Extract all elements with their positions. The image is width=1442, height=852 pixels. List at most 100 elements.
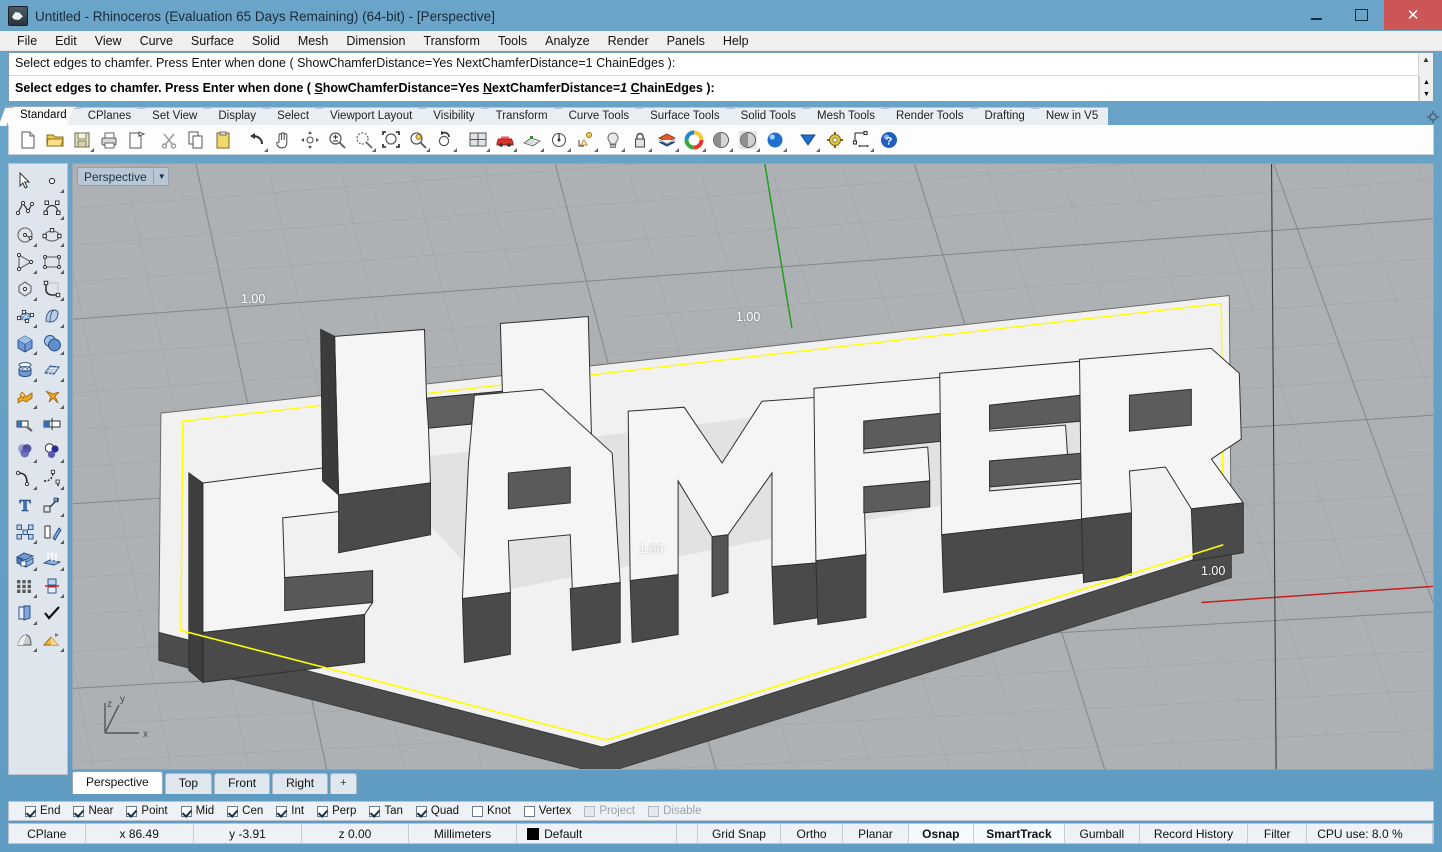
- osnap-mid[interactable]: Mid: [180, 805, 214, 817]
- circle-icon[interactable]: [11, 221, 38, 248]
- viewport-tab-perspective[interactable]: Perspective: [72, 771, 163, 794]
- command-option-nextchamferdistance[interactable]: NextChamferDistance=1: [483, 81, 627, 95]
- checkbox[interactable]: [276, 805, 288, 817]
- color-wheel-icon[interactable]: [681, 127, 707, 153]
- open-folder-icon[interactable]: [42, 127, 68, 153]
- array-icon[interactable]: [11, 518, 38, 545]
- rotate-view-icon[interactable]: [297, 127, 323, 153]
- checkbox[interactable]: [523, 805, 535, 817]
- toolbar-tab-render-tools[interactable]: Render Tools: [883, 107, 974, 125]
- viewport-title[interactable]: Perspective ▼: [77, 167, 169, 186]
- undo-arrow-icon[interactable]: [243, 127, 269, 153]
- rectangle-icon[interactable]: [38, 248, 65, 275]
- checkbox[interactable]: [25, 805, 36, 817]
- osnap-point[interactable]: Point: [126, 805, 168, 817]
- chamfer-text-model[interactable]: [73, 164, 1433, 769]
- flat-shade-icon[interactable]: [795, 127, 821, 153]
- lock-icon[interactable]: [627, 127, 653, 153]
- status-toggle-record-history[interactable]: Record History: [1140, 824, 1249, 843]
- extrude-surface-icon[interactable]: [38, 545, 65, 572]
- toolbar-tab-mesh-tools[interactable]: Mesh Tools: [805, 107, 885, 125]
- command-option-chainedges[interactable]: ChainEdges: [631, 81, 703, 95]
- polygon-icon[interactable]: [11, 275, 38, 302]
- blend-curve-icon[interactable]: [38, 464, 65, 491]
- menu-item-panels[interactable]: Panels: [658, 32, 714, 50]
- shade-icon[interactable]: [11, 626, 38, 653]
- new-file-icon[interactable]: [15, 127, 41, 153]
- split-icon[interactable]: [38, 410, 65, 437]
- toolbar-tab-standard[interactable]: Standard: [8, 106, 77, 125]
- toolbar-tab-transform[interactable]: Transform: [483, 107, 558, 125]
- viewport-tab-top[interactable]: Top: [164, 773, 213, 794]
- osnap-int[interactable]: Int: [276, 805, 304, 817]
- toolbar-tab-viewport-layout[interactable]: Viewport Layout: [318, 107, 423, 125]
- command-option-showchamferdistance[interactable]: ShowChamferDistance=Yes: [314, 81, 479, 95]
- extrude-solid-icon[interactable]: [11, 545, 38, 572]
- print-icon[interactable]: [96, 127, 122, 153]
- control-point-curve-icon[interactable]: [38, 194, 65, 221]
- status-toggle-filter[interactable]: Filter: [1248, 824, 1308, 843]
- toolbar-tab-new-in-v5[interactable]: New in V5: [1033, 107, 1109, 125]
- curve-interpolate-icon[interactable]: [38, 275, 65, 302]
- rendered-sphere-icon[interactable]: [762, 127, 788, 153]
- cylinder-icon[interactable]: [11, 356, 38, 383]
- zoom-in-out-icon[interactable]: [324, 127, 350, 153]
- boolean-union-icon[interactable]: [11, 383, 38, 410]
- surface-from-points-icon[interactable]: [11, 302, 38, 329]
- viewport-tab-right[interactable]: Right: [272, 773, 329, 794]
- box-icon[interactable]: [11, 329, 38, 356]
- named-view-icon[interactable]: [546, 127, 572, 153]
- zoom-selected-icon[interactable]: [351, 127, 377, 153]
- add-viewport-button[interactable]: +: [330, 773, 357, 794]
- ghosted-sphere-icon[interactable]: [735, 127, 761, 153]
- viewport-tab-front[interactable]: Front: [214, 773, 271, 794]
- menu-item-solid[interactable]: Solid: [243, 32, 289, 50]
- mirror-icon[interactable]: [38, 572, 65, 599]
- menu-item-mesh[interactable]: Mesh: [289, 32, 338, 50]
- minimize-button[interactable]: [1294, 0, 1339, 30]
- checkbox[interactable]: [415, 805, 427, 817]
- menu-item-transform[interactable]: Transform: [414, 32, 489, 50]
- checkbox[interactable]: [126, 805, 138, 817]
- arc-icon[interactable]: [11, 248, 38, 275]
- checkbox[interactable]: [472, 805, 484, 817]
- close-button[interactable]: ✕: [1384, 0, 1442, 30]
- menu-item-file[interactable]: File: [8, 32, 46, 50]
- cut-scissors-icon[interactable]: [156, 127, 182, 153]
- point-light-icon[interactable]: [573, 127, 599, 153]
- status-toggle-ortho[interactable]: Ortho: [781, 824, 844, 843]
- osnap-knot[interactable]: Knot: [472, 805, 511, 817]
- boolean-difference-icon[interactable]: [38, 437, 65, 464]
- osnap-near[interactable]: Near: [73, 805, 113, 817]
- command-spinner[interactable]: ▲ ▼: [1419, 76, 1433, 101]
- osnap-project[interactable]: Project: [584, 805, 635, 817]
- text-tool-icon[interactable]: T: [11, 491, 38, 518]
- status-toggle-planar[interactable]: Planar: [843, 824, 909, 843]
- boolean-intersect-icon[interactable]: [11, 437, 38, 464]
- spin-up-icon[interactable]: ▲: [1420, 76, 1433, 88]
- light-bulb-icon[interactable]: [600, 127, 626, 153]
- checkbox[interactable]: [227, 805, 239, 817]
- properties-icon[interactable]: [123, 127, 149, 153]
- checkbox[interactable]: [180, 805, 192, 817]
- zoom-previous-icon[interactable]: [432, 127, 458, 153]
- toolbar-settings-icon[interactable]: [1426, 110, 1440, 124]
- osnap-vertex[interactable]: Vertex: [523, 805, 571, 817]
- loft-surface-icon[interactable]: [38, 302, 65, 329]
- point-icon[interactable]: [38, 167, 65, 194]
- copy-icon[interactable]: [183, 127, 209, 153]
- menu-item-render[interactable]: Render: [599, 32, 658, 50]
- status-toggle-osnap[interactable]: Osnap: [908, 824, 975, 843]
- polyline-icon[interactable]: [11, 194, 38, 221]
- status-cplane[interactable]: CPlane: [9, 824, 86, 843]
- boolean-split-icon[interactable]: [38, 383, 65, 410]
- trim-icon[interactable]: [11, 410, 38, 437]
- osnap-quad[interactable]: Quad: [415, 805, 459, 817]
- menu-item-edit[interactable]: Edit: [46, 32, 86, 50]
- dimension-icon[interactable]: [849, 127, 875, 153]
- status-layer[interactable]: Default: [517, 824, 678, 843]
- checkbox[interactable]: [73, 805, 85, 817]
- render-preview-icon[interactable]: [38, 626, 65, 653]
- surface-grid-icon[interactable]: [38, 356, 65, 383]
- status-toggle-grid-snap[interactable]: Grid Snap: [698, 824, 781, 843]
